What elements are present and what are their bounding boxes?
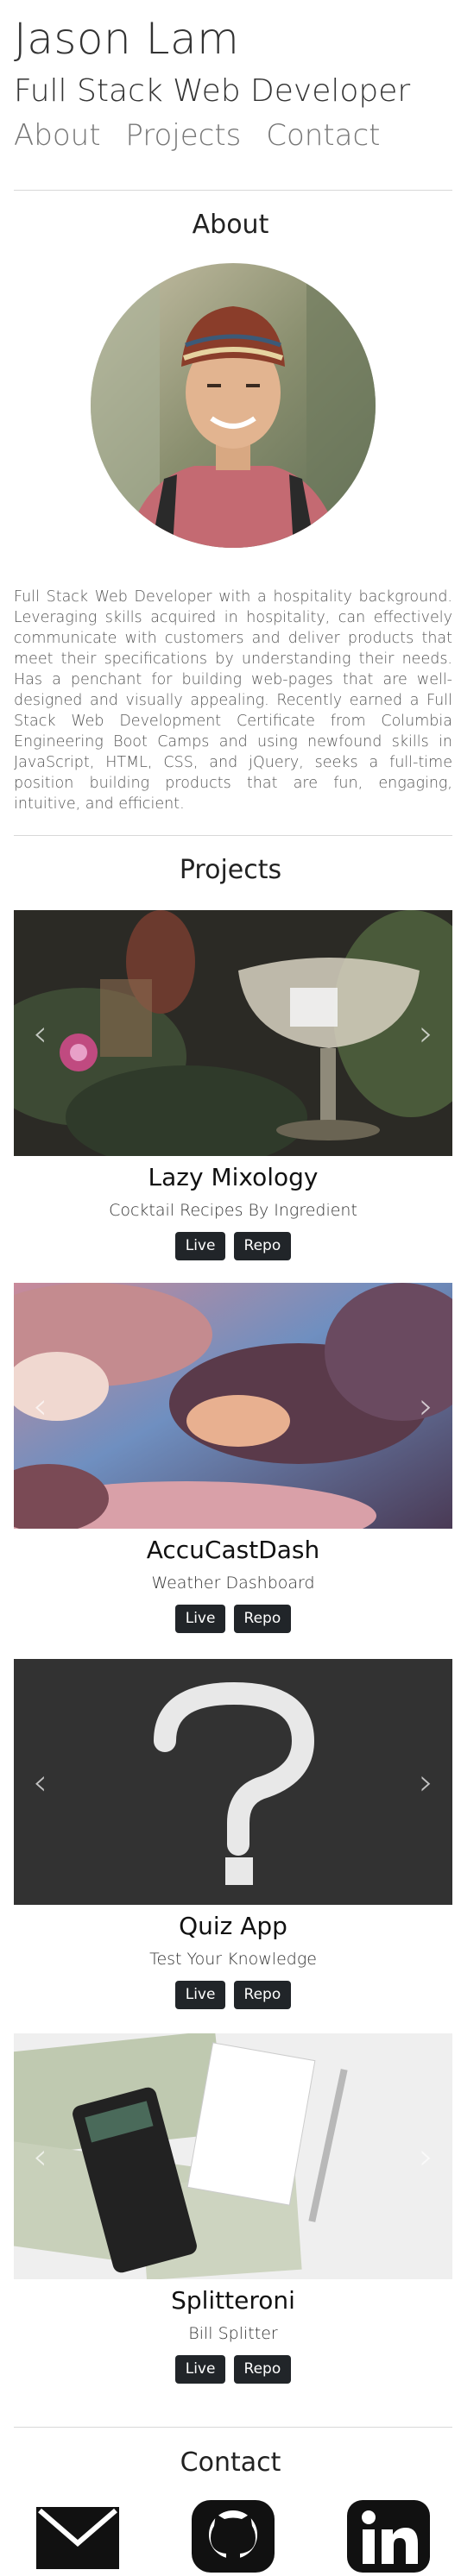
contact-heading: Contact (180, 2447, 281, 2478)
portfolio-page: Jason Lam Full Stack Web Developer About… (0, 0, 461, 2573)
envelope-icon[interactable] (36, 2507, 119, 2573)
avatar (91, 263, 376, 548)
chevron-right-icon[interactable]: › (419, 1387, 433, 1424)
project-carousel[interactable]: ‹ › (14, 2033, 452, 2279)
project-title: Quiz App (179, 1912, 287, 1940)
project-card: ‹ › Lazy Mixology Cocktail Recipes By In… (14, 910, 452, 1261)
nav-projects-link[interactable]: Projects (125, 118, 241, 153)
project-carousel[interactable]: ‹ › (14, 1283, 452, 1529)
chevron-left-icon[interactable]: ‹ (33, 1387, 47, 1424)
project-card: ‹ › Splitteroni Bill Splitter Live Repo (14, 2033, 452, 2384)
repo-button[interactable]: Repo (233, 1981, 292, 2010)
about-text: Full Stack Web Developer with a hospital… (14, 588, 452, 813)
repo-button[interactable]: Repo (233, 1605, 292, 1634)
project-title: AccuCastDash (146, 1536, 320, 1564)
project-card: ‹ › AccuCastDash Weather Dashboard Live … (14, 1283, 452, 1634)
repo-button[interactable]: Repo (233, 1232, 292, 1261)
chevron-right-icon[interactable]: › (419, 2138, 433, 2175)
project-card: ‹ › Quiz App Test Your Knowledge Live Re… (14, 1659, 452, 2010)
about-heading: About (192, 210, 269, 240)
nav-about-link[interactable]: About (14, 118, 101, 153)
project-subtitle: Weather Dashboard (151, 1573, 315, 1593)
divider (14, 190, 452, 191)
live-button[interactable]: Live (174, 1605, 226, 1634)
site-name: Jason Lam (14, 14, 240, 64)
projects-heading: Projects (179, 855, 282, 885)
contact-links (0, 2500, 461, 2573)
github-icon[interactable] (192, 2500, 275, 2576)
main-nav: About Projects Contact (14, 121, 395, 150)
chevron-left-icon[interactable]: ‹ (33, 2138, 47, 2175)
chevron-right-icon[interactable]: › (419, 1015, 433, 1052)
divider (14, 835, 452, 836)
chevron-right-icon[interactable]: › (419, 1763, 433, 1800)
project-title: Splitteroni (171, 2286, 295, 2315)
project-subtitle: Cocktail Recipes By Ingredient (109, 1200, 357, 1220)
site-role: Full Stack Web Developer (14, 73, 411, 109)
live-button[interactable]: Live (174, 2355, 226, 2384)
linkedin-icon[interactable] (347, 2500, 430, 2576)
project-subtitle: Test Your Knowledge (149, 1949, 317, 1969)
project-subtitle: Bill Splitter (188, 2323, 278, 2343)
live-button[interactable]: Live (174, 1232, 226, 1261)
repo-button[interactable]: Repo (233, 2355, 292, 2384)
project-carousel[interactable]: ‹ › (14, 1659, 452, 1905)
live-button[interactable]: Live (174, 1981, 226, 2010)
nav-contact-link[interactable]: Contact (266, 118, 380, 153)
divider (14, 2427, 452, 2428)
chevron-left-icon[interactable]: ‹ (33, 1763, 47, 1800)
chevron-left-icon[interactable]: ‹ (33, 1015, 47, 1052)
project-carousel[interactable]: ‹ › (14, 910, 452, 1156)
project-title: Lazy Mixology (148, 1163, 319, 1191)
